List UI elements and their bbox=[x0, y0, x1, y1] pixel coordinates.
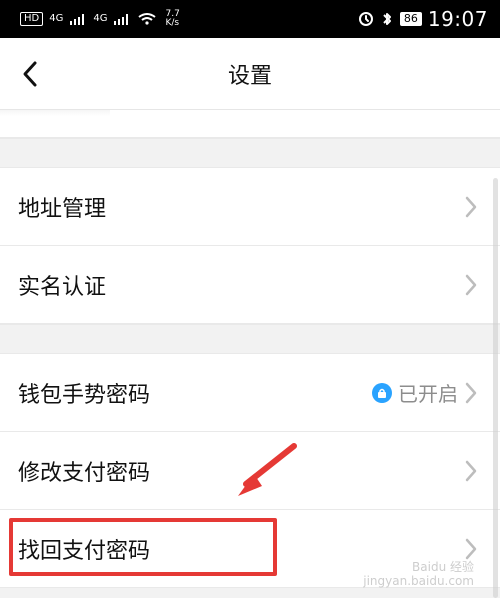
status-bar: HD 4G 4G 7.7 K/s 86 19:07 bbox=[0, 0, 500, 38]
chevron-right-icon bbox=[465, 274, 477, 295]
section-gap-2 bbox=[0, 324, 500, 354]
wallet-gesture-password-row[interactable]: 钱包手势密码 已开启 bbox=[0, 354, 500, 432]
chevron-left-icon bbox=[23, 61, 37, 87]
battery-indicator: 86 bbox=[399, 12, 422, 26]
wifi-icon bbox=[138, 13, 157, 25]
real-name-verification-label: 实名认证 bbox=[18, 274, 107, 300]
wallet-gesture-password-label: 钱包手势密码 bbox=[18, 382, 151, 408]
network-indicator-2: 4G bbox=[93, 13, 108, 24]
address-management-label: 地址管理 bbox=[18, 196, 107, 222]
lock-glyph bbox=[378, 388, 386, 398]
top-navbar: 设置 bbox=[0, 38, 500, 110]
alarm-icon bbox=[358, 12, 373, 26]
recover-payment-password-label: 找回支付密码 bbox=[18, 538, 151, 564]
page-title: 设置 bbox=[227, 63, 272, 89]
back-button[interactable] bbox=[0, 38, 60, 110]
status-left: HD 4G 4G 7.7 K/s bbox=[20, 10, 180, 28]
real-name-verification-row[interactable]: 实名认证 bbox=[0, 246, 500, 324]
bluetooth-icon bbox=[383, 13, 391, 25]
change-payment-password-row[interactable]: 修改支付密码 bbox=[0, 432, 500, 510]
watermark-line-2: jingyan.baidu.com bbox=[363, 574, 474, 588]
change-payment-password-label: 修改支付密码 bbox=[18, 460, 151, 486]
signal-icon-2 bbox=[114, 14, 129, 25]
watermark: Baidu 经验 jingyan.baidu.com bbox=[363, 560, 474, 588]
chevron-right-icon bbox=[465, 460, 477, 481]
wallet-gesture-status-text: 已开启 bbox=[398, 382, 458, 406]
lock-icon bbox=[372, 382, 392, 403]
signal-icon bbox=[70, 14, 85, 25]
chevron-right-icon bbox=[465, 382, 477, 403]
status-time: 19:07 bbox=[427, 7, 488, 31]
data-speed: 7.7 K/s bbox=[165, 10, 179, 28]
hd-badge: HD bbox=[20, 12, 44, 26]
data-speed-unit: K/s bbox=[165, 18, 180, 28]
address-management-row[interactable]: 地址管理 bbox=[0, 168, 500, 246]
wallet-gesture-status: 已开启 bbox=[372, 378, 478, 407]
partially-visible-row bbox=[0, 110, 500, 138]
chevron-right-icon bbox=[465, 538, 477, 559]
status-right: 86 19:07 bbox=[358, 7, 488, 31]
chevron-right-icon bbox=[465, 196, 477, 217]
watermark-line-1: Baidu 经验 bbox=[412, 560, 474, 574]
section-gap-1 bbox=[0, 138, 500, 168]
network-indicator-1: 4G bbox=[49, 13, 64, 24]
settings-list: 地址管理 实名认证 钱包手势密码 已开启 修改支付密码 找回支付密码 bbox=[0, 110, 500, 588]
scrollbar[interactable] bbox=[493, 178, 498, 598]
